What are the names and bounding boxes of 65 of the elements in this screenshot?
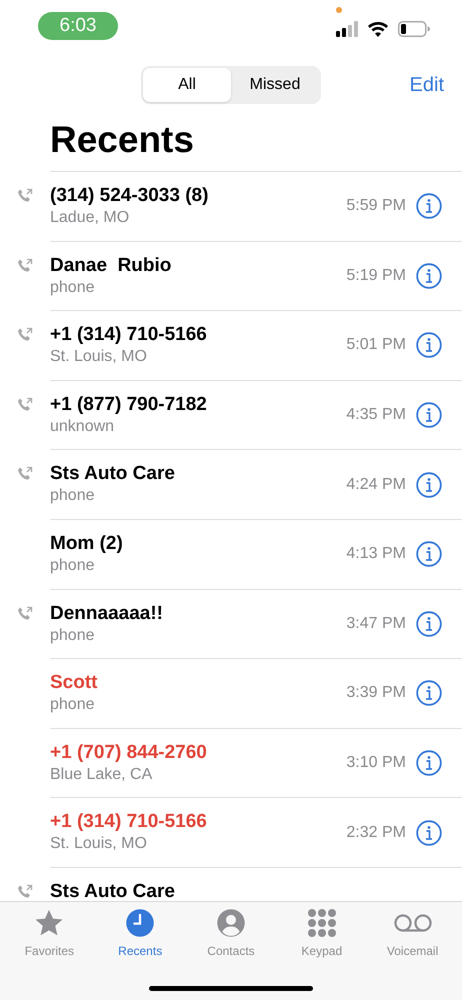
outgoing-call-icon (17, 188, 33, 204)
call-time: 5:59 PM (346, 196, 406, 216)
call-detail: phone (50, 556, 96, 576)
call-detail: phone (50, 278, 96, 298)
call-time: 3:10 PM (346, 753, 406, 774)
call-time: 5:01 PM (346, 335, 406, 356)
call-time: 4:24 PM (346, 474, 406, 495)
call-detail: St. Louis, MO (50, 347, 148, 368)
signal-icon (336, 21, 358, 37)
info-icon[interactable] (416, 680, 442, 706)
caller-name: (314) 524-3033 (8) (50, 184, 210, 208)
call-detail: St. Louis, MO (50, 834, 148, 854)
outgoing-call-icon (17, 327, 33, 344)
call-detail: phone (50, 486, 96, 506)
call-time: 3:47 PM (346, 614, 406, 634)
info-icon[interactable] (416, 820, 442, 846)
tab-bar-item[interactable]: Recents (100, 908, 180, 960)
caller-name: Scott (50, 671, 98, 696)
info-icon[interactable] (416, 262, 442, 289)
caller-name: +1 (877) 790-7182 (50, 392, 208, 417)
outgoing-call-icon (17, 466, 33, 482)
caller-name: +1 (314) 710-5166 (50, 810, 208, 834)
outgoing-call-icon (17, 606, 33, 622)
edit-button[interactable]: Edit (410, 70, 444, 100)
call-time: 3:39 PM (346, 683, 406, 704)
info-icon[interactable] (416, 332, 442, 358)
caller-name: Mom (2) (50, 532, 124, 556)
tab-bar-item[interactable]: Voicemail (372, 908, 453, 960)
call-time: 4:35 PM (346, 405, 406, 426)
caller-name: Sts Auto Care (50, 880, 176, 904)
call-time: 2:32 PM (346, 822, 406, 843)
clock-icon (125, 908, 156, 938)
star-icon (34, 908, 64, 938)
info-icon[interactable] (416, 472, 442, 498)
call-time: 4:13 PM (346, 544, 406, 564)
info-icon[interactable] (416, 541, 442, 568)
call-time: 5:19 PM (346, 266, 406, 286)
caller-name: +1 (707) 844-2760 (50, 740, 208, 765)
info-icon[interactable] (416, 193, 442, 220)
outgoing-call-icon (17, 396, 33, 413)
caller-name: +1 (314) 710-5166 (50, 323, 208, 348)
call-detail: phone (50, 626, 96, 646)
outgoing-call-icon (17, 258, 33, 274)
page-title: Recents (50, 118, 195, 162)
keypad-icon (306, 908, 337, 938)
tab-bar-item[interactable]: Keypad (282, 908, 362, 960)
outgoing-call-icon (17, 884, 33, 900)
caller-name: Sts Auto Care (50, 462, 176, 486)
info-icon[interactable] (416, 610, 442, 637)
tab-bar-item[interactable]: Favorites (9, 908, 90, 960)
status-time: 6:03 (38, 12, 118, 40)
call-detail: Blue Lake, CA (50, 764, 154, 785)
person-icon (216, 908, 246, 938)
battery-icon (398, 21, 430, 37)
caller-name: Danae Rubio (50, 254, 172, 278)
call-detail: unknown (50, 416, 116, 437)
info-icon[interactable] (416, 402, 442, 428)
tab-bar-item[interactable]: Contacts (190, 908, 271, 960)
call-detail: Ladue, MO (50, 208, 130, 228)
wifi-icon (368, 22, 388, 36)
caller-name: Dennaaaaa!! (50, 602, 164, 626)
segment-tab[interactable]: Missed (231, 68, 319, 102)
info-icon[interactable] (416, 750, 442, 776)
call-detail: phone (50, 695, 96, 716)
segment-tab[interactable]: All (143, 68, 231, 102)
